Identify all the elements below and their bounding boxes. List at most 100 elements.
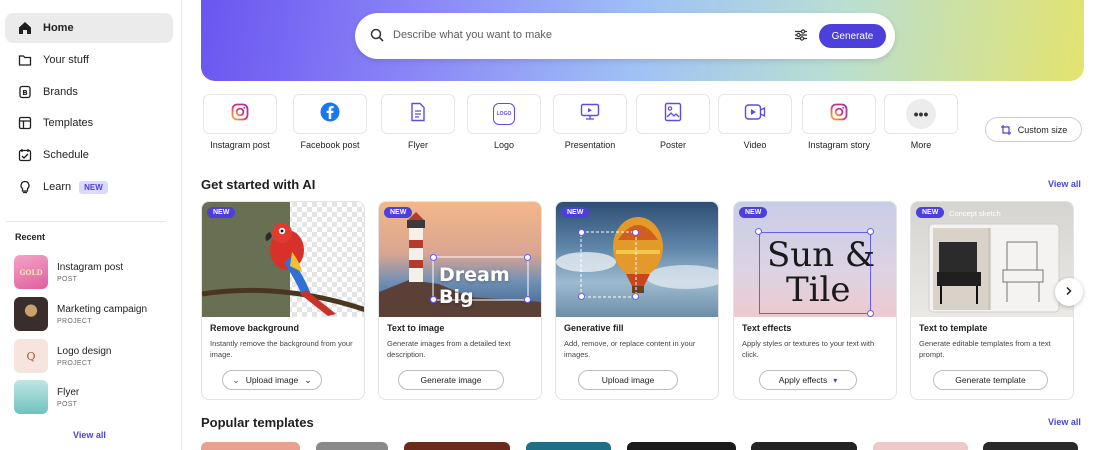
custom-size-button[interactable]: Custom size xyxy=(985,117,1082,142)
generate-button[interactable]: Generate xyxy=(819,24,886,48)
recent-view-all-link[interactable]: View all xyxy=(73,430,106,440)
poster-icon xyxy=(664,102,682,127)
instagram-story-icon xyxy=(830,103,848,126)
quick-create-label: Instagram post xyxy=(210,140,270,150)
new-badge: NEW xyxy=(207,207,236,218)
new-badge: NEW xyxy=(739,207,768,218)
video-icon xyxy=(744,103,766,126)
svg-text:B: B xyxy=(22,89,27,97)
recent-item-marketing-campaign[interactable]: Marketing campaign PROJECT xyxy=(14,296,174,332)
template-thumbnail[interactable] xyxy=(751,442,857,450)
lightbulb-icon xyxy=(17,179,33,195)
quick-create-video[interactable]: Video xyxy=(718,94,792,150)
sidebar-item-label: Home xyxy=(43,22,74,34)
quick-create-tile xyxy=(381,94,455,134)
template-thumbnail[interactable] xyxy=(316,442,388,450)
quick-create-label: Video xyxy=(743,140,767,150)
popular-view-all-link[interactable]: View all xyxy=(1048,417,1081,427)
quick-create-label: Instagram story xyxy=(807,140,871,150)
sidebar-item-brands[interactable]: B Brands xyxy=(5,77,173,107)
recent-item-name: Instagram post xyxy=(57,261,124,273)
quick-create-label: More xyxy=(910,140,932,150)
card-description: Add, remove, or replace content in your … xyxy=(564,339,696,359)
recent-thumbnail xyxy=(14,297,48,331)
apply-effects-dropdown-button[interactable]: Apply effects ▾ xyxy=(759,370,857,390)
quick-create-tile xyxy=(203,94,277,134)
upload-image-dropdown-button[interactable]: ⌄ Upload image ⌄ xyxy=(222,370,322,390)
sidebar-item-schedule[interactable]: Schedule xyxy=(5,140,173,170)
presentation-icon xyxy=(580,103,600,126)
ai-card-generative-fill[interactable]: NEW Generative fill Add, remove, or repl… xyxy=(555,201,719,400)
template-thumbnail[interactable] xyxy=(404,442,510,450)
ai-view-all-link[interactable]: View all xyxy=(1048,179,1081,189)
card-image-chair-sketch: Concept sketch xyxy=(911,202,1073,317)
quick-create-tile xyxy=(553,94,627,134)
template-thumbnail[interactable] xyxy=(526,442,611,450)
recent-item-instagram-post[interactable]: GOLD Instagram post POST xyxy=(14,254,174,290)
section-title-popular-templates: Popular templates xyxy=(201,415,314,430)
card-description: Generate editable templates from a text … xyxy=(919,339,1051,359)
generate-template-button[interactable]: Generate template xyxy=(933,370,1048,390)
quick-create-flyer[interactable]: Flyer xyxy=(381,94,455,150)
logo-icon: LOGO xyxy=(493,103,515,125)
card-overlay-text: Tile xyxy=(786,270,851,310)
recent-item-flyer[interactable]: Flyer POST xyxy=(14,379,174,415)
recent-thumbnail xyxy=(14,380,48,414)
facebook-icon xyxy=(320,102,340,127)
quick-create-label: Flyer xyxy=(408,140,428,150)
instagram-icon xyxy=(231,103,249,126)
template-thumbnail[interactable] xyxy=(627,442,736,450)
resize-icon xyxy=(1000,124,1011,135)
ai-card-text-to-image[interactable]: Dream Big NEW Text to image Generate ima… xyxy=(378,201,542,400)
sidebar-item-home[interactable]: Home xyxy=(5,13,173,43)
ai-card-text-to-template[interactable]: Concept sketch NEW Text to template Gene… xyxy=(910,201,1074,400)
carousel-next-button[interactable] xyxy=(1055,278,1083,306)
card-description: Generate images from a detailed text des… xyxy=(387,339,511,359)
recent-item-type: PROJECT xyxy=(57,317,92,325)
quick-create-label: Logo xyxy=(493,140,515,150)
section-title-ai: Get started with AI xyxy=(201,177,316,192)
quick-create-instagram-story[interactable]: Instagram story xyxy=(802,94,876,150)
selection-handle xyxy=(430,254,437,261)
quick-create-presentation[interactable]: Presentation xyxy=(553,94,627,150)
template-thumbnail[interactable] xyxy=(983,442,1078,450)
card-description: Apply styles or textures to your text wi… xyxy=(742,339,875,359)
selection-handle xyxy=(632,229,639,236)
quick-create-tile: LOGO xyxy=(467,94,541,134)
ai-card-text-effects[interactable]: Sun & Tile NEW Text effects Apply styles… xyxy=(733,201,897,400)
quick-create-more[interactable]: ••• More xyxy=(884,94,958,150)
sidebar-item-templates[interactable]: Templates xyxy=(5,108,173,138)
recent-item-type: POST xyxy=(57,275,78,283)
selection-handle xyxy=(578,293,585,300)
card-title: Text effects xyxy=(742,323,792,333)
quick-create-instagram-post[interactable]: Instagram post xyxy=(203,94,277,150)
recent-item-type: POST xyxy=(57,400,78,408)
generate-image-button[interactable]: Generate image xyxy=(398,370,504,390)
chevron-down-icon: ⌄ xyxy=(304,374,312,385)
sidebar-item-learn[interactable]: Learn NEW xyxy=(5,172,173,202)
quick-create-facebook-post[interactable]: Facebook post xyxy=(293,94,367,150)
recent-thumbnail: GOLD xyxy=(14,255,48,289)
template-thumbnail[interactable] xyxy=(201,442,300,450)
quick-create-logo[interactable]: LOGO Logo xyxy=(467,94,541,150)
thumbnail-text: GOLD xyxy=(19,267,43,277)
more-icon: ••• xyxy=(906,99,936,129)
settings-sliders-icon[interactable] xyxy=(794,28,808,47)
recent-item-logo-design[interactable]: Q Logo design PROJECT xyxy=(14,338,174,374)
search-input[interactable]: Describe what you want to make xyxy=(393,29,552,41)
selection-handle xyxy=(578,229,585,236)
new-badge: NEW xyxy=(561,207,590,218)
quick-create-tile xyxy=(293,94,367,134)
quick-create-label: Facebook post xyxy=(300,140,360,150)
ai-card-remove-background[interactable]: NEW Remove background Instantly remove t… xyxy=(201,201,365,400)
selection-handle xyxy=(867,310,874,317)
sidebar-item-your-stuff[interactable]: Your stuff xyxy=(5,45,173,75)
flyer-icon xyxy=(409,102,427,127)
quick-create-poster[interactable]: Poster xyxy=(636,94,710,150)
prompt-search-bar[interactable]: Describe what you want to make Generate xyxy=(355,13,895,59)
template-thumbnail[interactable] xyxy=(873,442,968,450)
new-badge: NEW xyxy=(384,207,413,218)
upload-image-button[interactable]: Upload image xyxy=(578,370,678,390)
brand-icon: B xyxy=(17,84,33,100)
card-description: Instantly remove the background from you… xyxy=(210,339,353,359)
